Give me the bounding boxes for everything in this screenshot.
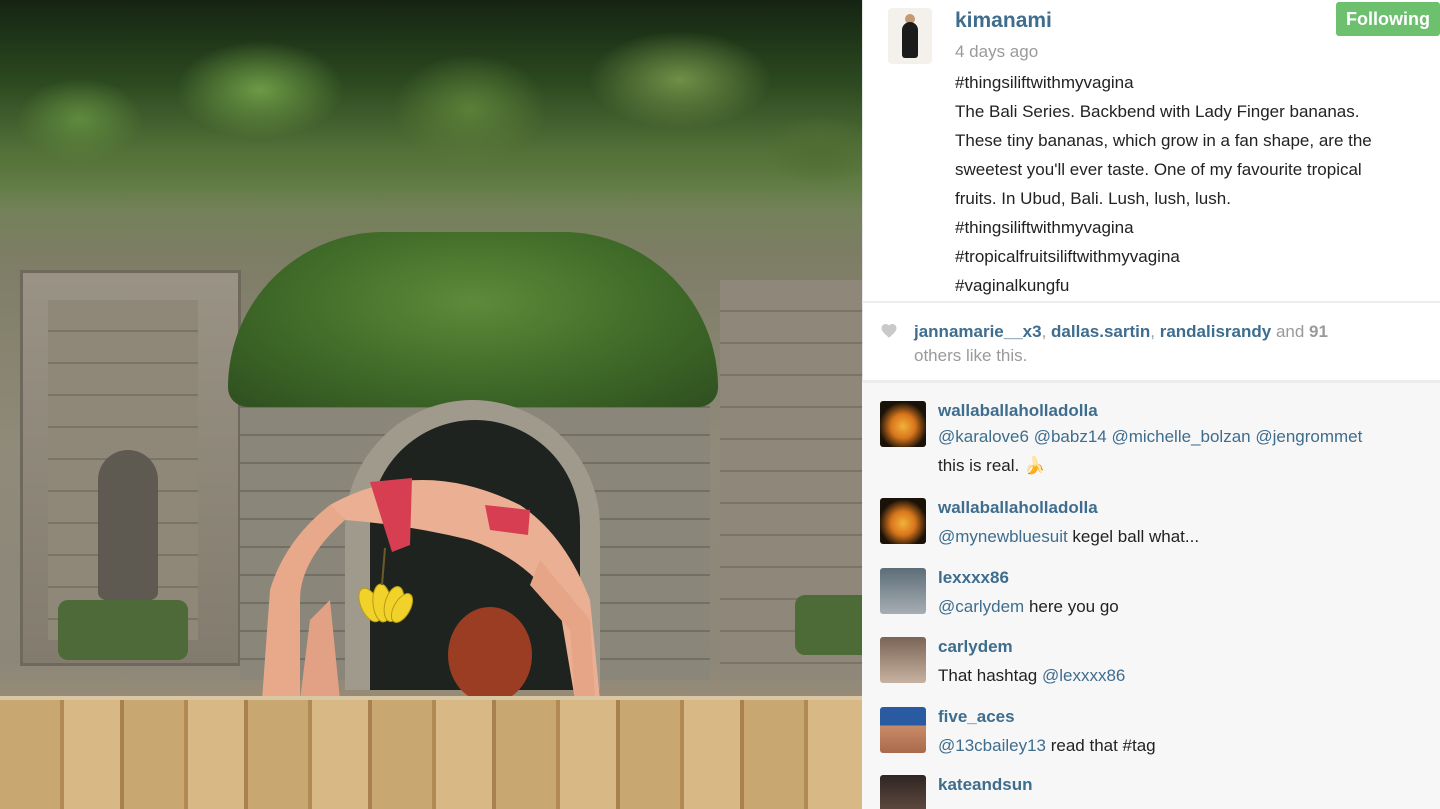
commenter-avatar[interactable]: [880, 568, 926, 614]
comment-body: @13cbailey13 read that #tag: [938, 731, 1156, 760]
caption-line: These tiny bananas, which grow in a fan …: [955, 131, 1372, 150]
post-timestamp: 4 days ago: [955, 42, 1039, 61]
likes-summary: jannamarie__x3, dallas.sartin, randalisr…: [914, 322, 1328, 365]
commenter-username[interactable]: wallaballaholladolla: [938, 401, 1098, 421]
comment-mention[interactable]: @carlydem: [938, 597, 1024, 616]
author-avatar[interactable]: [888, 8, 932, 64]
author-username[interactable]: kimanami: [955, 9, 1052, 33]
comment-mention[interactable]: @mynewbluesuit: [938, 527, 1068, 546]
comment-text: read that #tag: [1046, 736, 1156, 755]
likes-suffix: others like this.: [914, 346, 1028, 365]
comment-text: kegel ball what...: [1067, 527, 1200, 546]
liker-link[interactable]: randalisrandy: [1160, 322, 1272, 341]
commenter-username[interactable]: lexxxx86: [938, 568, 1009, 588]
caption-line: #thingsiliftwithmyvagina: [955, 73, 1134, 92]
comment-text: here you go: [1024, 597, 1119, 616]
caption-line: #vaginalkungfu: [955, 276, 1070, 295]
commenter-avatar[interactable]: [880, 775, 926, 809]
stone-ledge: [0, 700, 862, 809]
heart-icon[interactable]: [880, 322, 898, 340]
commenter-avatar[interactable]: [880, 498, 926, 544]
commenter-avatar[interactable]: [880, 707, 926, 753]
commenter-username[interactable]: kateandsun: [938, 775, 1032, 795]
yoga-backbend-figure: [262, 478, 600, 703]
likes-count[interactable]: 91: [1309, 322, 1328, 341]
comment-text: this is real. 🍌: [938, 456, 1046, 475]
caption-line: #tropicalfruitsiliftwithmyvagina: [955, 247, 1180, 266]
caption-line: fruits. In Ubud, Bali. Lush, lush, lush.: [955, 189, 1231, 208]
commenter-username[interactable]: carlydem: [938, 637, 1013, 657]
commenter-avatar[interactable]: [880, 401, 926, 447]
commenter-username[interactable]: wallaballaholladolla: [938, 498, 1098, 518]
post-caption: #thingsiliftwithmyvagina The Bali Series…: [955, 68, 1440, 300]
comment-body: @carlydem here you go: [938, 592, 1119, 621]
comment-mentions[interactable]: @karalove6 @babz14 @michelle_bolzan @jen…: [938, 422, 1362, 451]
caption-line: The Bali Series. Backbend with Lady Fing…: [955, 102, 1360, 121]
comments-list[interactable]: wallaballaholladolla @karalove6 @babz14 …: [862, 383, 1440, 809]
caption-line: sweetest you'll ever taste. One of my fa…: [955, 160, 1362, 179]
liker-link[interactable]: jannamarie__x3: [914, 322, 1042, 341]
comment-text: That hashtag: [938, 666, 1042, 685]
comment-mention[interactable]: @lexxxx86: [1042, 666, 1125, 685]
likes-and: and: [1271, 322, 1310, 341]
following-button[interactable]: Following: [1336, 2, 1440, 36]
caption-line: #thingsiliftwithmyvagina: [955, 218, 1134, 237]
avatar-figure: [902, 22, 918, 58]
comment-body: That hashtag @lexxxx86: [938, 661, 1125, 690]
comment-mention[interactable]: @13cbailey13: [938, 736, 1046, 755]
commenter-avatar[interactable]: [880, 637, 926, 683]
liker-link[interactable]: dallas.sartin: [1051, 322, 1150, 341]
post-photo[interactable]: [0, 0, 862, 809]
divider: [862, 301, 1440, 303]
commenter-username[interactable]: five_aces: [938, 707, 1015, 727]
comment-body: @mynewbluesuit kegel ball what...: [938, 522, 1199, 551]
